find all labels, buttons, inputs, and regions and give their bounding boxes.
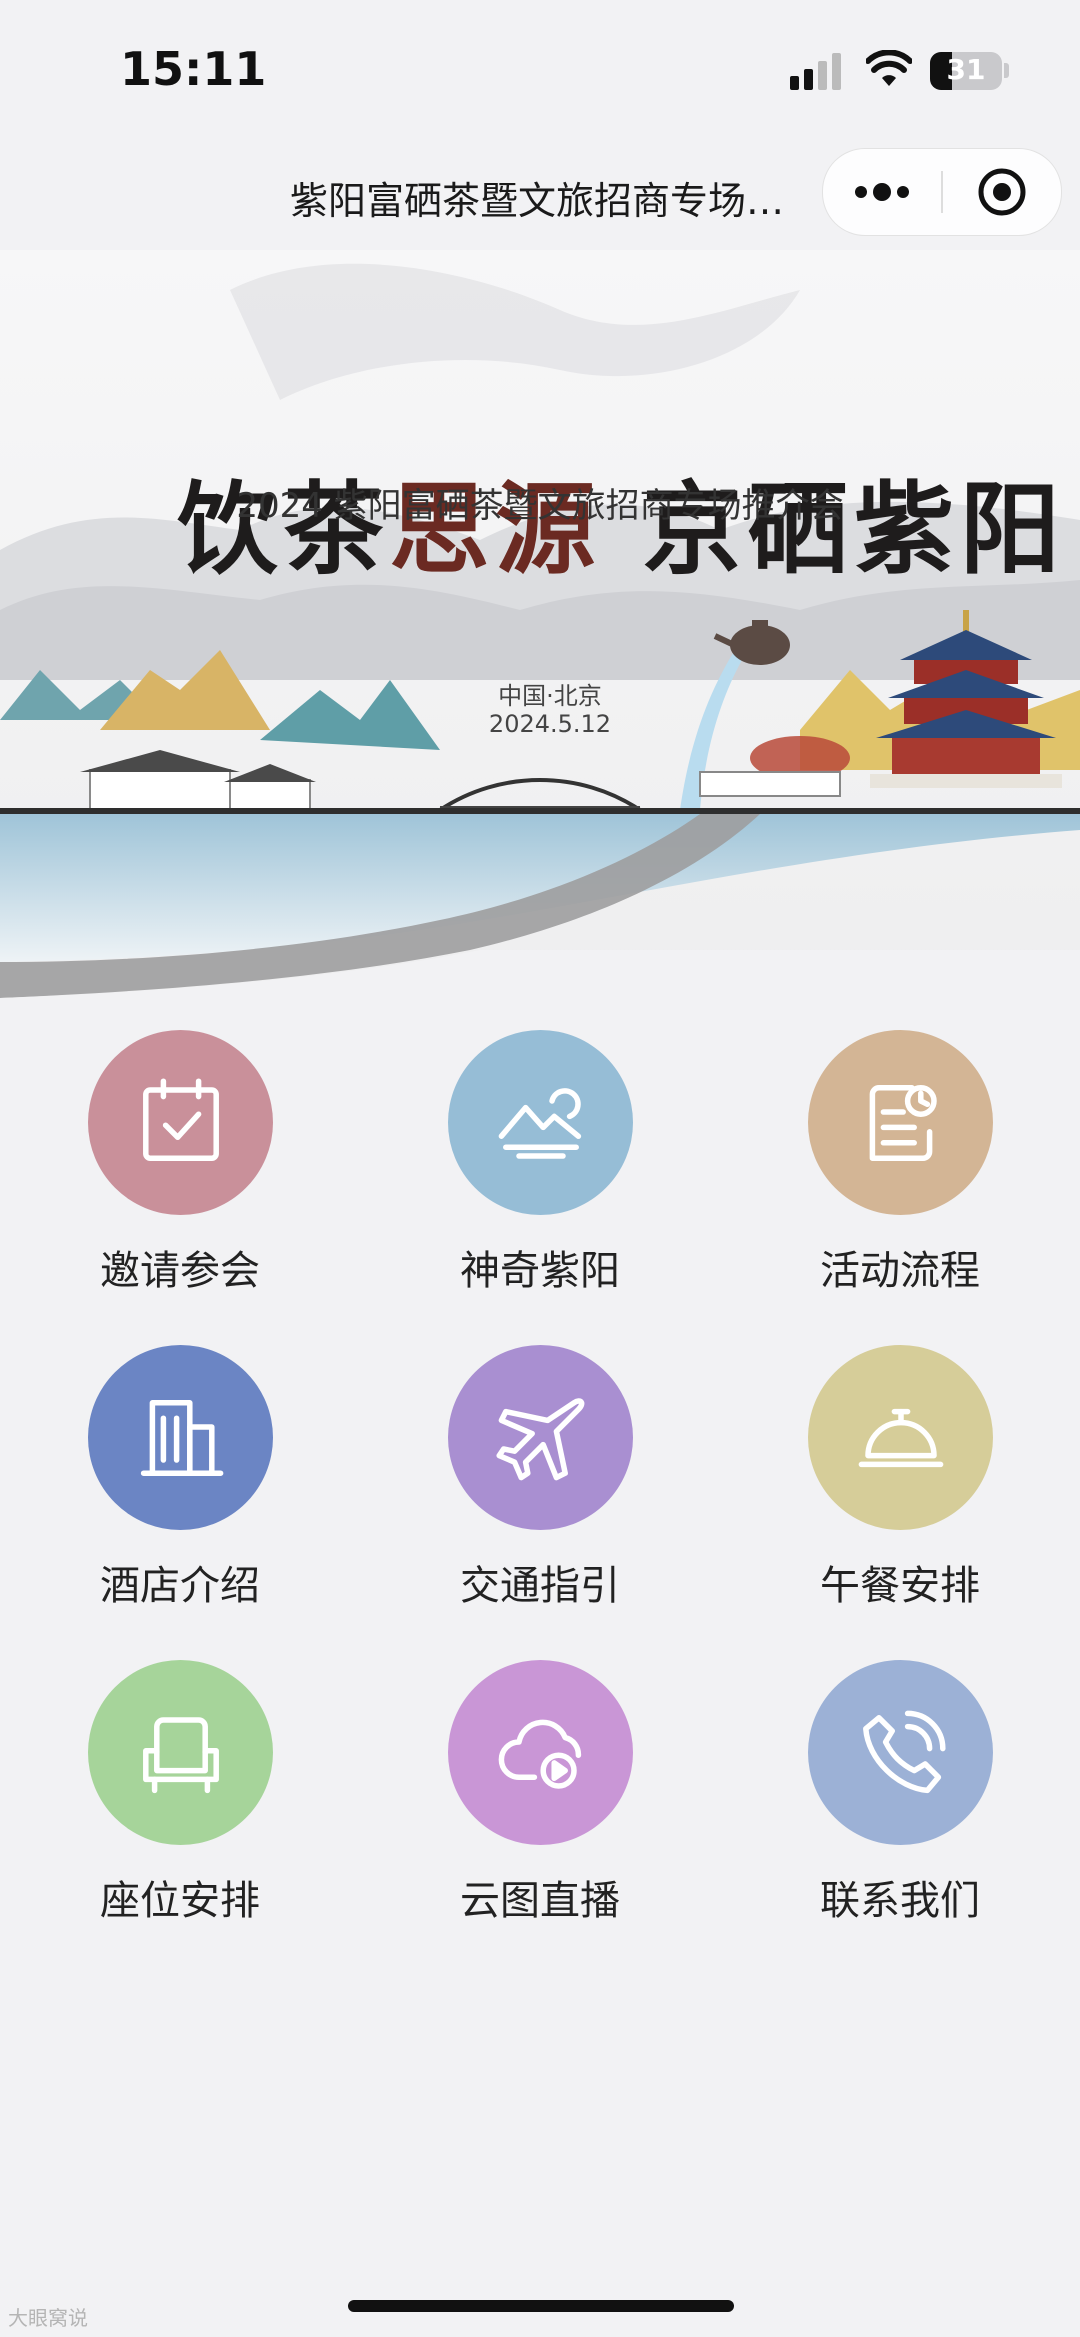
lunch-icon-circle	[808, 1345, 993, 1530]
home-indicator[interactable]	[348, 2300, 734, 2312]
menu-item-label: 午餐安排	[820, 1563, 980, 1609]
banner-subtitle: 2024 紫阳富硒茶暨文旅招商专场推介会	[236, 486, 844, 526]
menu-item-label: 座位安排	[100, 1878, 260, 1924]
cloud-play-icon	[498, 1719, 581, 1789]
page-title: 紫阳富硒茶暨文旅招商专场推介会	[290, 179, 810, 223]
menu-item-invitation[interactable]: 邀请参会	[0, 1030, 300, 1320]
phone-icon	[862, 1710, 946, 1793]
airplane-icon	[495, 1397, 584, 1480]
seating-icon-circle	[88, 1660, 273, 1845]
calendar-check-icon	[142, 1077, 219, 1161]
battery-tip	[1004, 63, 1009, 78]
menu-item-live[interactable]: 云图直播	[360, 1660, 660, 1950]
menu-item-label: 酒店介绍	[100, 1563, 260, 1609]
cellular-signal-icon	[790, 53, 841, 90]
menu-item-label: 云图直播	[460, 1878, 620, 1924]
battery-level: 31	[946, 53, 986, 86]
contact-icon-circle	[808, 1660, 993, 1845]
menu-item-magic-ziyang[interactable]: 神奇紫阳	[360, 1030, 660, 1320]
food-cloche-icon	[858, 1408, 943, 1467]
schedule-icon-circle	[808, 1030, 993, 1215]
menu-item-transport[interactable]: 交通指引	[360, 1345, 660, 1635]
menu-item-seating[interactable]: 座位安排	[0, 1660, 300, 1950]
watermark: 大眼窝说	[8, 2306, 88, 2330]
document-clock-icon	[869, 1084, 937, 1161]
more-options-icon[interactable]	[823, 149, 941, 235]
live-icon-circle	[448, 1660, 633, 1845]
menu-item-label: 邀请参会	[100, 1248, 260, 1294]
status-bar: 15:11 31	[0, 0, 1080, 140]
event-location: 中国·北京	[498, 682, 602, 710]
wifi-icon	[866, 50, 912, 86]
close-mini-program-icon[interactable]	[943, 149, 1061, 235]
hotel-icon-circle	[88, 1345, 273, 1530]
battery-icon: 31	[930, 52, 1002, 90]
menu-item-label: 交通指引	[460, 1563, 620, 1609]
building-icon	[140, 1399, 223, 1476]
banner: 饮茶思源 京硒紫阳 2024 紫阳富硒茶暨文旅招商专场推介会 中国·北京 202…	[0, 250, 1080, 1010]
armchair-icon	[142, 1716, 219, 1793]
event-date: 2024.5.12	[488, 710, 612, 738]
menu-item-lunch[interactable]: 午餐安排	[720, 1345, 1020, 1635]
menu-item-hotel[interactable]: 酒店介绍	[0, 1345, 300, 1635]
menu-item-label: 活动流程	[820, 1248, 980, 1294]
magic-ziyang-icon-circle	[448, 1030, 633, 1215]
transport-icon-circle	[448, 1345, 633, 1530]
menu-item-label: 神奇紫阳	[460, 1248, 620, 1294]
menu-item-contact[interactable]: 联系我们	[720, 1660, 1020, 1950]
mountain-sun-icon	[498, 1087, 581, 1159]
mini-program-capsule	[822, 148, 1062, 236]
clock: 15:11	[120, 42, 267, 96]
menu-item-label: 联系我们	[820, 1878, 980, 1924]
menu-item-schedule[interactable]: 活动流程	[720, 1030, 1020, 1320]
invitation-icon-circle	[88, 1030, 273, 1215]
